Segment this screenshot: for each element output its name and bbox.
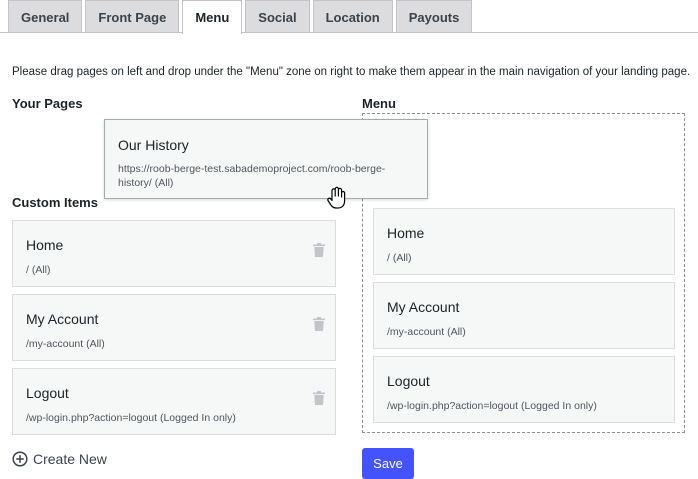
save-button[interactable]: Save [362,448,414,479]
tab-menu[interactable]: Menu [182,0,243,34]
custom-item-my-account[interactable]: My Account /my-account (All) [12,294,336,361]
dragging-page-title: Our History [118,137,189,153]
tab-general[interactable]: General [8,0,83,33]
your-pages-heading: Your Pages [12,96,83,111]
custom-item-url: /wp-login.php?action=logout (Logged In o… [26,412,236,424]
custom-item-url: / (All) [26,264,51,276]
custom-item-title: My Account [26,311,99,327]
grab-hand-cursor-icon [327,186,346,209]
menu-heading: Menu [362,96,396,111]
create-new-label: Create New [33,451,107,467]
custom-item-title: Home [26,237,64,253]
dragging-page-card[interactable]: Our History https://roob-berge-test.saba… [104,119,428,199]
dragging-page-url: https://roob-berge-test.sabademoproject.… [118,163,386,189]
plus-circle-icon [12,451,28,467]
tab-location[interactable]: Location [312,0,393,33]
tab-social[interactable]: Social [245,0,310,33]
trash-icon[interactable] [313,391,325,405]
custom-item-title: Logout [26,385,69,401]
menu-item-home[interactable]: Home / (All) [373,208,675,275]
menu-item-logout[interactable]: Logout /wp-login.php?action=logout (Logg… [373,356,675,423]
tabs-divider [0,32,698,33]
menu-item-url: /wp-login.php?action=logout (Logged In o… [387,400,597,412]
menu-instructions: Please drag pages on left and drop under… [12,66,691,78]
custom-items-heading: Custom Items [12,195,98,210]
menu-item-url: /my-account (All) [387,326,466,338]
custom-item-url: /my-account (All) [26,338,105,350]
create-new-button[interactable]: Create New [12,451,107,467]
custom-item-logout[interactable]: Logout /wp-login.php?action=logout (Logg… [12,368,336,435]
custom-item-home[interactable]: Home / (All) [12,220,336,287]
menu-item-title: My Account [387,299,460,315]
settings-tabs: General Front Page Menu Social Location … [8,0,473,34]
menu-item-url: / (All) [387,252,412,264]
tab-payouts[interactable]: Payouts [395,0,473,33]
trash-icon[interactable] [313,243,325,257]
trash-icon[interactable] [313,317,325,331]
menu-item-my-account[interactable]: My Account /my-account (All) [373,282,675,349]
menu-item-title: Logout [387,373,430,389]
tab-front-page[interactable]: Front Page [85,0,180,33]
menu-item-title: Home [387,225,425,241]
